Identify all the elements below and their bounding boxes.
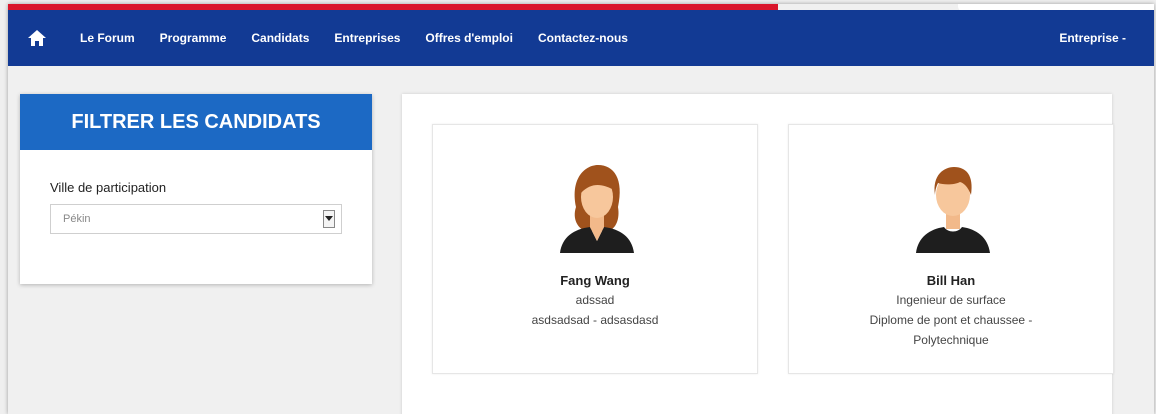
nav-contactez-nous[interactable]: Contactez-nous <box>538 31 628 45</box>
nav-entreprises[interactable]: Entreprises <box>334 31 400 45</box>
candidate-card[interactable]: Bill Han Ingenieur de surface Diplome de… <box>788 124 1114 374</box>
candidate-card[interactable]: Fang Wang adssad asdsadsad - adsasdasd <box>432 124 758 374</box>
filter-title: FILTRER LES CANDIDATS <box>20 94 372 150</box>
nav-programme[interactable]: Programme <box>160 31 227 45</box>
male-avatar-icon <box>902 157 1002 253</box>
candidate-name: Bill Han <box>926 273 976 288</box>
nav-links: Le Forum Programme Candidats Entreprises… <box>80 10 653 66</box>
candidate-title: adssad <box>575 293 615 307</box>
browser-window: Le Forum Programme Candidats Entreprises… <box>8 4 1154 414</box>
home-icon[interactable] <box>26 28 48 48</box>
candidate-school: Polytechnique <box>913 333 989 347</box>
main-navbar: Le Forum Programme Candidats Entreprises… <box>8 10 1154 66</box>
nav-offres-emploi[interactable]: Offres d'emploi <box>425 31 513 45</box>
city-select-value: Pékin <box>63 213 91 225</box>
city-filter-label: Ville de participation <box>50 180 167 195</box>
nav-candidats[interactable]: Candidats <box>251 31 309 45</box>
entreprise-menu[interactable]: Entreprise - <box>1059 10 1126 66</box>
filter-panel: FILTRER LES CANDIDATS Ville de participa… <box>20 94 372 284</box>
candidate-name: Fang Wang <box>560 273 630 288</box>
candidate-degree: asdsadsad - adsasdasd <box>531 313 659 327</box>
nav-le-forum[interactable]: Le Forum <box>80 31 135 45</box>
city-select[interactable]: Pékin <box>50 204 342 234</box>
chevron-down-icon[interactable] <box>323 210 335 228</box>
female-avatar-icon <box>546 157 646 253</box>
candidates-panel: Fang Wang adssad asdsadsad - adsasdasd B… <box>402 94 1114 414</box>
candidate-title: Ingenieur de surface <box>896 293 1006 307</box>
candidate-degree: Diplome de pont et chaussee - <box>869 313 1033 327</box>
